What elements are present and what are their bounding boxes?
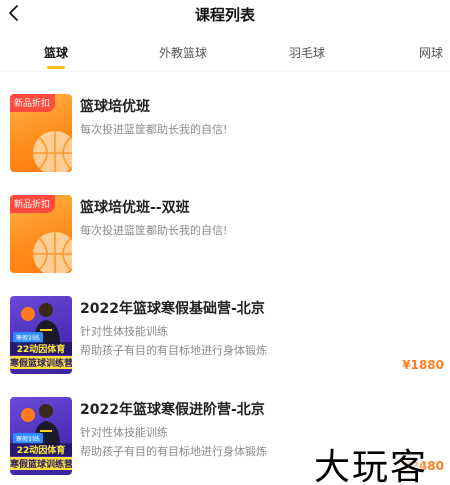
course-title: 2022年篮球寒假基础营-北京 — [80, 301, 265, 317]
course-thumbnail: 寒假训练 22动因体育 寒假篮球训练营 — [10, 397, 72, 475]
thumbnail-banner-text: 22动因体育 — [10, 342, 72, 355]
tab-foreign-coach-basketball[interactable]: 外教篮球 — [159, 44, 207, 61]
course-thumbnail: 新品折扣 — [10, 94, 72, 172]
watermark-logo: 大玩客 — [314, 447, 429, 485]
thumbnail-banner-text: 寒假篮球训练营 — [10, 457, 72, 470]
course-title: 篮球培优班 — [80, 99, 150, 115]
course-thumbnail: 寒假训练 22动因体育 寒假篮球训练营 — [10, 296, 72, 374]
course-item[interactable]: 寒假训练 22动因体育 寒假篮球训练营 2022年篮球寒假基础营-北京 针对性体… — [0, 296, 450, 378]
course-description: 帮助孩子有目的有目标地进行身体锻炼 — [80, 445, 267, 458]
course-description: 针对性体技能训练 — [80, 426, 168, 439]
category-tabs: 篮球 外教篮球 羽毛球 网球 — [0, 38, 450, 72]
basketball-icon — [33, 131, 72, 172]
course-description: 每次投进篮筐都助长我的自信! — [80, 123, 228, 136]
course-description: 帮助孩子有目的有目标地进行身体锻炼 — [80, 344, 267, 357]
course-thumbnail: 新品折扣 — [10, 195, 72, 273]
course-price: ¥1880 — [402, 358, 444, 372]
course-item[interactable]: 新品折扣 篮球培优班--双班 每次投进篮筐都助长我的自信! — [0, 195, 450, 277]
basketball-icon — [33, 232, 72, 273]
thumbnail-banner-text: 22动因体育 — [10, 443, 72, 456]
course-title: 篮球培优班--双班 — [80, 200, 190, 216]
course-description: 每次投进篮筐都助长我的自信! — [80, 224, 228, 237]
tab-tennis[interactable]: 网球 — [419, 44, 443, 61]
thumbnail-banner-text: 寒假篮球训练营 — [10, 356, 72, 369]
discount-badge: 新品折扣 — [10, 195, 56, 213]
tab-basketball[interactable]: 篮球 — [44, 44, 68, 61]
course-item[interactable]: 新品折扣 篮球培优班 每次投进篮筐都助长我的自信! — [0, 94, 450, 176]
course-description: 针对性体技能训练 — [80, 325, 168, 338]
active-tab-indicator — [47, 66, 65, 69]
page-title: 课程列表 — [194, 6, 255, 24]
course-title: 2022年篮球寒假进阶营-北京 — [80, 402, 265, 418]
navbar: 课程列表 — [0, 0, 450, 28]
discount-badge: 新品折扣 — [10, 94, 56, 112]
tab-badminton[interactable]: 羽毛球 — [289, 44, 325, 61]
